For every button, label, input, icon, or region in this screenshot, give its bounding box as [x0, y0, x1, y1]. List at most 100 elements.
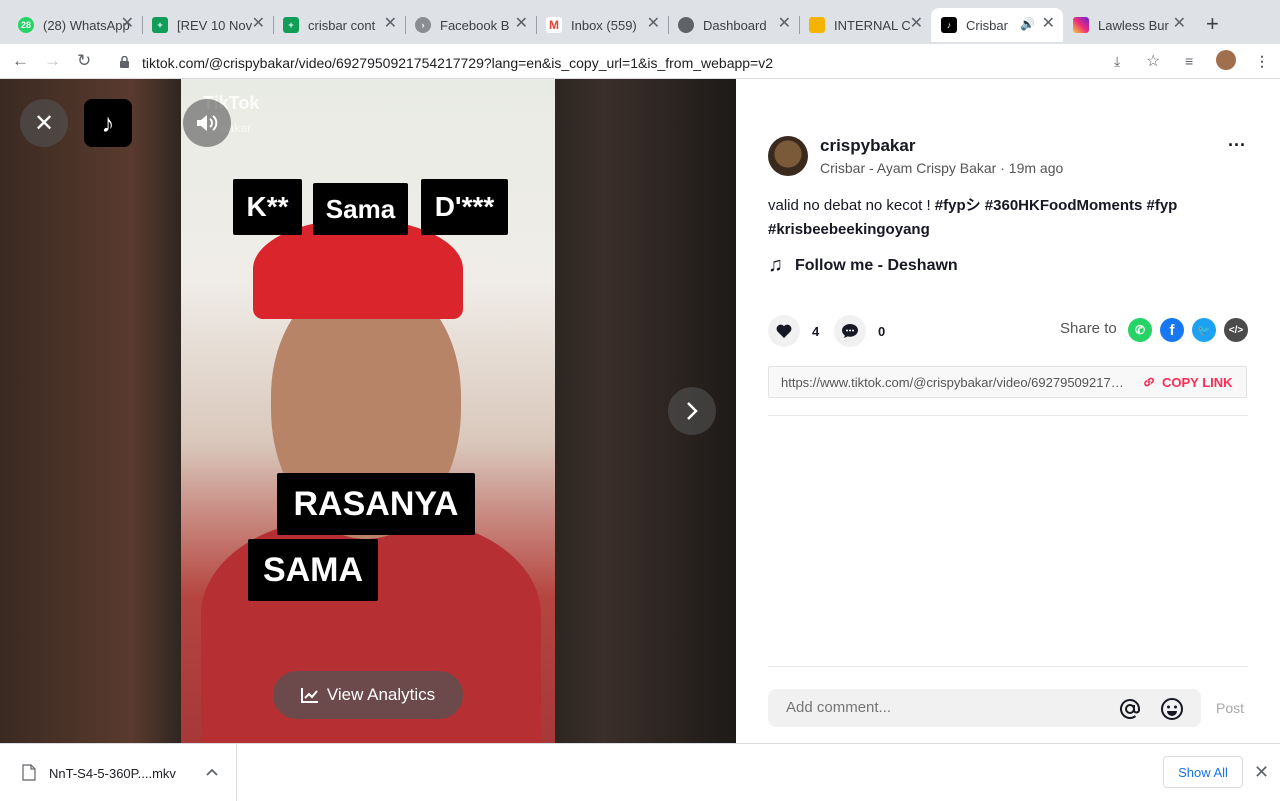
tab-dashboard[interactable]: Dashboard ✕: [668, 8, 799, 42]
close-tab-icon[interactable]: ✕: [778, 16, 791, 32]
whatsapp-share-icon[interactable]: ✆: [1128, 318, 1152, 342]
like-stat: 4: [768, 315, 819, 347]
author-username[interactable]: crispybakar: [820, 136, 915, 156]
download-filename[interactable]: NnT-S4-5-360P....mkv: [49, 766, 176, 781]
next-video-button[interactable]: [668, 387, 716, 435]
like-button[interactable]: [768, 315, 800, 347]
copy-link-button[interactable]: COPY LINK: [1142, 375, 1233, 390]
caption-text: SAMA: [248, 539, 378, 601]
facebook-business-icon: ›: [415, 17, 431, 33]
tab-whatsapp[interactable]: 28 (28) WhatsApp ✕: [8, 8, 142, 42]
tab-title: (28) WhatsApp: [43, 17, 130, 33]
hashtag-link[interactable]: #krisbeebeekingoyang: [768, 221, 930, 238]
tab-gmail-inbox[interactable]: M Inbox (559) ✕: [536, 8, 668, 42]
media-control-icon[interactable]: ≡: [1185, 53, 1193, 69]
download-divider: [236, 744, 237, 801]
avatar[interactable]: [768, 136, 808, 176]
tab-title: Crisbar: [966, 17, 1008, 33]
like-count: 4: [812, 323, 820, 339]
close-tab-icon[interactable]: ✕: [252, 16, 265, 32]
view-analytics-button[interactable]: View Analytics: [273, 671, 463, 719]
tab-crisbar-tiktok[interactable]: ♪ Crisbar 🔊 ✕: [931, 8, 1063, 42]
close-tab-icon[interactable]: ✕: [515, 16, 528, 32]
post-description: valid no debat no kecot ! #fypシ #360HKFo…: [768, 194, 1228, 242]
audio-playing-icon[interactable]: 🔊: [1020, 17, 1035, 31]
forward-icon[interactable]: →: [44, 51, 61, 71]
hashtag-link[interactable]: #fyp: [1147, 197, 1178, 214]
caption-text: K**: [233, 179, 302, 235]
address-bar[interactable]: tiktok.com/@crispybakar/video/6927950921…: [110, 48, 1170, 76]
post-details-panel: crispybakar Crisbar - Ayam Crispy Bakar …: [736, 79, 1280, 743]
more-options-icon[interactable]: ···: [1228, 135, 1246, 156]
share-to-label: Share to: [1060, 320, 1117, 337]
tab-title: Facebook B: [440, 17, 510, 33]
download-bar: NnT-S4-5-360P....mkv Show All ✕: [0, 743, 1280, 801]
chevron-up-icon[interactable]: [206, 768, 218, 776]
gmail-icon: M: [546, 17, 562, 33]
browser-menu-icon[interactable]: ⋮: [1255, 53, 1269, 70]
music-note-icon: ♫: [768, 254, 783, 276]
hashtag-link[interactable]: #fypシ: [935, 197, 981, 214]
embed-share-icon[interactable]: </>: [1224, 318, 1248, 342]
tab-instagram[interactable]: Lawless Bur ✕: [1063, 8, 1194, 42]
bookmark-star-icon[interactable]: ☆: [1146, 51, 1160, 71]
comment-icon: [842, 324, 858, 338]
file-icon: [22, 764, 36, 781]
tiktok-logo-icon[interactable]: ♪: [84, 99, 132, 147]
close-tab-icon[interactable]: ✕: [121, 16, 134, 32]
comment-input[interactable]: [786, 699, 1106, 716]
close-tab-icon[interactable]: ✕: [910, 16, 923, 32]
lock-icon: [120, 56, 129, 68]
whatsapp-icon: 28: [18, 17, 34, 33]
twitter-share-icon[interactable]: 🐦: [1192, 318, 1216, 342]
new-tab-button[interactable]: +: [1206, 13, 1219, 35]
copy-link-label: COPY LINK: [1162, 374, 1233, 390]
browser-tab-bar: 28 (28) WhatsApp ✕ + [REV 10 Nov ✕ + cri…: [0, 0, 1280, 44]
facebook-share-icon[interactable]: f: [1160, 318, 1184, 342]
globe-icon: [678, 17, 694, 33]
close-tab-icon[interactable]: ✕: [1042, 16, 1055, 32]
show-all-downloads-button[interactable]: Show All: [1163, 756, 1243, 788]
divider: [768, 415, 1248, 416]
close-tab-icon[interactable]: ✕: [384, 16, 397, 32]
heart-icon: [776, 324, 792, 338]
comment-box: [768, 689, 1201, 727]
music-title: Follow me - Deshawn: [795, 256, 958, 274]
music-link[interactable]: ♫ Follow me - Deshawn: [768, 254, 958, 277]
close-video-button[interactable]: ✕: [20, 99, 68, 147]
browser-toolbar: ← → ↻ tiktok.com/@crispybakar/video/6927…: [0, 44, 1280, 79]
post-comment-button[interactable]: Post: [1216, 700, 1244, 716]
volume-button[interactable]: [183, 99, 231, 147]
tab-facebook-business[interactable]: › Facebook B ✕: [405, 8, 536, 42]
hashtag-link[interactable]: #360HKFoodMoments: [985, 197, 1143, 214]
description-text: valid no debat no kecot !: [768, 197, 935, 214]
sheets-icon: +: [152, 17, 168, 33]
link-icon: [1144, 377, 1154, 387]
video-frame[interactable]: TikTok bakar K** Sama D'*** RASANYA SAMA: [181, 79, 555, 743]
tab-title: [REV 10 Nov: [177, 17, 253, 33]
comment-stat: 0: [834, 315, 885, 347]
tab-title: Dashboard: [703, 17, 767, 33]
mention-icon[interactable]: [1118, 697, 1142, 721]
emoji-icon[interactable]: [1160, 697, 1184, 721]
comment-button[interactable]: [834, 315, 866, 347]
caption-text: D'***: [421, 179, 508, 235]
close-tab-icon[interactable]: ✕: [647, 16, 660, 32]
profile-avatar[interactable]: [1216, 50, 1236, 70]
reload-icon[interactable]: ↻: [77, 51, 91, 71]
instagram-icon: [1073, 17, 1089, 33]
tab-title: Lawless Bur: [1098, 17, 1169, 33]
chevron-right-icon: [687, 402, 698, 420]
close-download-bar-icon[interactable]: ✕: [1254, 762, 1269, 783]
install-icon[interactable]: ⤓: [1114, 53, 1120, 70]
close-tab-icon[interactable]: ✕: [1173, 16, 1186, 32]
tab-internal[interactable]: INTERNAL C ✕: [799, 8, 931, 42]
post-link-text[interactable]: https://www.tiktok.com/@crispybakar/vide…: [781, 375, 1126, 390]
caption-text: Sama: [313, 183, 408, 235]
back-icon[interactable]: ←: [12, 51, 29, 71]
tab-crisbar-content[interactable]: + crisbar cont ✕: [273, 8, 405, 42]
slides-icon: [809, 17, 825, 33]
tab-rev-10-nov[interactable]: + [REV 10 Nov ✕: [142, 8, 273, 42]
tab-title: INTERNAL C: [834, 17, 911, 33]
url-text[interactable]: tiktok.com/@crispybakar/video/6927950921…: [142, 55, 773, 71]
